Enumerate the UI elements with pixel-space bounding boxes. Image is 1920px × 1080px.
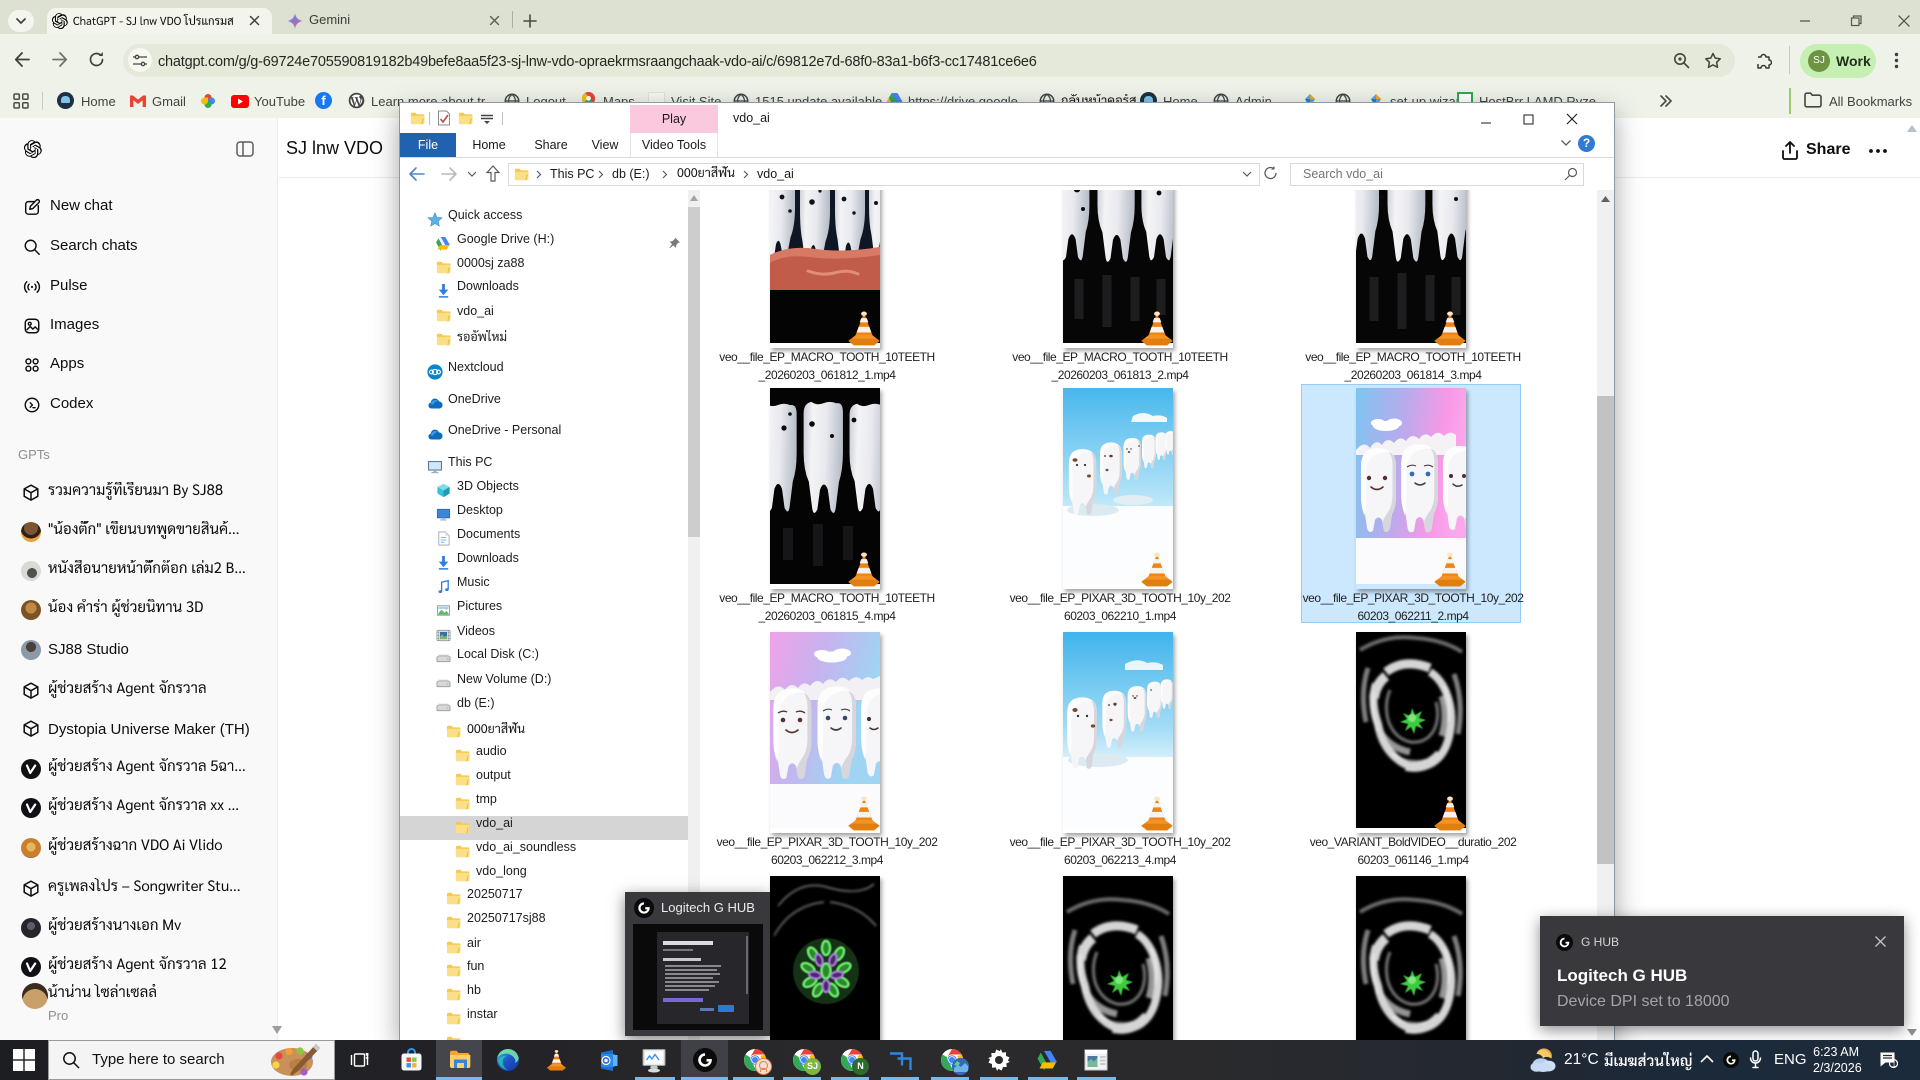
svg-text:1: 1 bbox=[1892, 1061, 1896, 1068]
